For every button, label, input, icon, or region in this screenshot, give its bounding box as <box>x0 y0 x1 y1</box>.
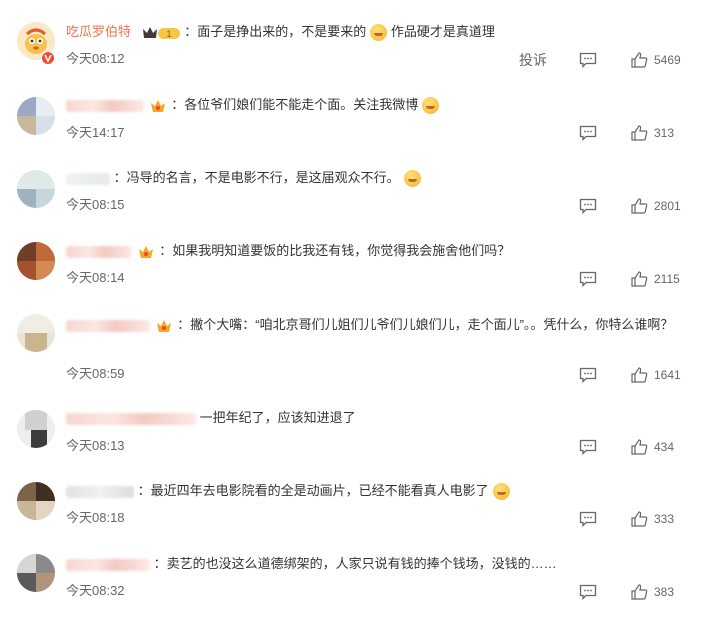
comment-time: 今天14:17 <box>66 125 125 140</box>
like-button[interactable]: 1641 <box>631 367 684 383</box>
level-badge: 1 <box>141 25 181 41</box>
crown-badge-icon <box>138 245 153 258</box>
comment-time: 今天08:14 <box>66 270 125 285</box>
thumbs-up-icon <box>631 271 648 287</box>
comment-text-row: ：各位爷们娘们能不能走个面。关注我微博 <box>66 95 684 115</box>
report-button[interactable]: 投诉 <box>519 50 547 70</box>
comment-actions: 1641 <box>579 365 684 385</box>
like-count: 383 <box>654 585 675 599</box>
username-redacted[interactable] <box>66 172 110 185</box>
comment-time: 今天08:13 <box>66 438 125 453</box>
comment-text: ：卖艺的也没这么道德绑架的，人家只说有钱的捧个钱场，没钱的…… <box>153 556 557 571</box>
comment-time: 今天08:15 <box>66 197 125 212</box>
comment-text-row: ：最近四年去电影院看的全是动画片，已经不能看真人电影了 <box>66 481 684 501</box>
like-button[interactable]: 333 <box>631 511 684 527</box>
laugh-cry-emoji-icon <box>422 97 440 115</box>
thumbs-up-icon <box>631 584 648 600</box>
avatar[interactable] <box>17 97 55 135</box>
laugh-cry-emoji-icon <box>492 483 510 501</box>
comment-actions: 2115 <box>579 269 684 289</box>
verified-icon <box>41 51 55 65</box>
thumbs-up-icon <box>631 439 648 455</box>
avatar[interactable] <box>17 482 55 520</box>
username-redacted[interactable] <box>66 99 144 112</box>
comment-time: 今天08:18 <box>66 510 125 525</box>
thumbs-up-icon <box>631 198 648 214</box>
crown-badge-icon <box>156 319 171 332</box>
username-redacted[interactable] <box>66 412 196 425</box>
comment-actions: 313 <box>579 123 684 143</box>
like-count: 434 <box>654 440 675 454</box>
like-button[interactable]: 2115 <box>631 271 684 287</box>
crown-badge-icon <box>150 99 165 112</box>
username-redacted[interactable] <box>66 485 134 498</box>
comment-text-row: 一把年纪了，应该知进退了 <box>66 408 684 428</box>
grin-emoji-icon <box>370 24 388 42</box>
comment-time: 今天08:59 <box>66 366 125 381</box>
smirk-emoji-icon <box>403 170 421 188</box>
like-count: 313 <box>654 126 675 140</box>
thumbs-up-icon <box>631 52 648 68</box>
username-redacted[interactable] <box>66 245 132 258</box>
reply-icon[interactable] <box>579 271 597 287</box>
reply-icon[interactable] <box>579 125 597 141</box>
like-button[interactable]: 383 <box>631 584 684 600</box>
like-count: 2115 <box>654 272 680 286</box>
reply-icon[interactable] <box>579 511 597 527</box>
comment-text: ：面子是挣出来的，不是要来的 <box>184 24 367 39</box>
username[interactable]: 吃瓜罗伯特 <box>66 24 131 39</box>
comment-text-row: 吃瓜罗伯特 1 ：面子是挣出来的，不是要来的 作品硬才是真道理 <box>66 22 684 42</box>
like-button[interactable]: 434 <box>631 439 684 455</box>
reply-icon[interactable] <box>579 584 597 600</box>
comment-actions: 2801 <box>579 196 684 216</box>
reply-icon[interactable] <box>579 52 597 68</box>
comment-text: ：冯导的名言，不是电影不行，是这届观众不行。 <box>113 170 400 185</box>
avatar[interactable] <box>17 410 55 448</box>
avatar[interactable] <box>17 170 55 208</box>
comment-actions: 383 <box>579 582 684 602</box>
avatar[interactable] <box>17 554 55 592</box>
comment-text-row: ：如果我明知道要饭的比我还有钱，你觉得我会施舍他们吗？ <box>66 241 684 261</box>
reply-icon[interactable] <box>579 367 597 383</box>
reply-icon[interactable] <box>579 198 597 214</box>
avatar[interactable] <box>17 314 55 352</box>
like-count: 333 <box>654 512 675 526</box>
like-count: 2801 <box>654 199 681 213</box>
like-button[interactable]: 5469 <box>631 52 684 68</box>
comment-text-row: ：冯导的名言，不是电影不行，是这届观众不行。 <box>66 168 684 188</box>
like-count: 1641 <box>654 368 681 382</box>
level-number: 1 <box>166 29 171 39</box>
comment-text: ：各位爷们娘们能不能走个面。关注我微博 <box>171 97 419 112</box>
thumbs-up-icon <box>631 125 648 141</box>
reply-icon[interactable] <box>579 439 597 455</box>
comment-text: ：如果我明知道要饭的比我还有钱，你觉得我会施舍他们吗？ <box>159 243 511 258</box>
comment-actions: 434 <box>579 437 684 457</box>
comment-time: 今天08:32 <box>66 583 125 598</box>
comment-text-continued: 作品硬才是真道理 <box>387 24 495 39</box>
comment-actions: 投诉 5469 <box>519 50 684 70</box>
comment-text-row: ：卖艺的也没这么道德绑架的，人家只说有钱的捧个钱场，没钱的…… <box>66 554 684 574</box>
username-redacted[interactable] <box>66 558 150 571</box>
comment-text-row: ：撇个大嘴：“咱北京哥们儿姐们儿爷们儿娘们儿，走个面儿”。。凭什么，你特么谁啊？ <box>66 313 684 336</box>
like-button[interactable]: 313 <box>631 125 684 141</box>
like-count: 5469 <box>654 53 681 67</box>
like-button[interactable]: 2801 <box>631 198 684 214</box>
comment-time: 今天08:12 <box>66 51 125 66</box>
thumbs-up-icon <box>631 511 648 527</box>
comment-text: ：撇个大嘴：“咱北京哥们儿姐们儿爷们儿娘们儿，走个面儿”。。凭什么，你特么谁啊？ <box>177 317 674 332</box>
comment-text: 一把年纪了，应该知进退了 <box>199 410 356 425</box>
comment-text: ：最近四年去电影院看的全是动画片，已经不能看真人电影了 <box>137 483 489 498</box>
username-redacted[interactable] <box>66 319 150 332</box>
comment-actions: 333 <box>579 509 684 529</box>
avatar[interactable] <box>17 242 55 280</box>
thumbs-up-icon <box>631 367 648 383</box>
